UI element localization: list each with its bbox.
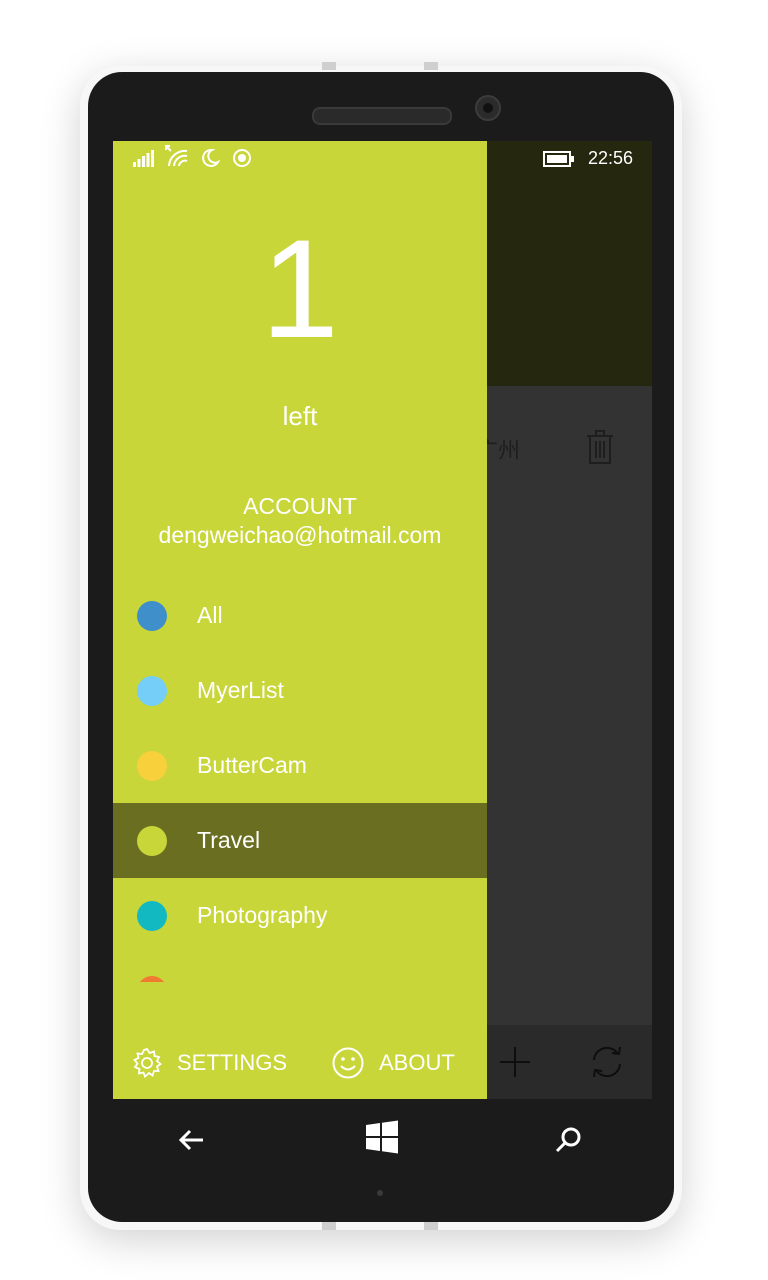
- category-item-buttercam[interactable]: ButterCam: [113, 728, 487, 803]
- wifi-icon: [165, 145, 188, 167]
- phone-top-button: [322, 62, 336, 70]
- gear-icon: [133, 1047, 162, 1079]
- back-icon[interactable]: [175, 1123, 209, 1157]
- phone-bottom-button: [424, 1222, 438, 1230]
- category-label: MyerList: [197, 677, 284, 703]
- category-color-dot: [137, 601, 167, 631]
- earpiece-speaker: [312, 107, 452, 125]
- settings-button[interactable]: SETTINGS: [131, 1045, 287, 1081]
- phone-screen: -广州 1 left ACCOUNT dengweichao@hotmail.c…: [113, 141, 652, 1099]
- add-icon[interactable]: [498, 1045, 532, 1079]
- about-label: ABOUT: [379, 1050, 455, 1075]
- navigation-drawer: 1 left ACCOUNT dengweichao@hotmail.com A…: [113, 141, 487, 1099]
- account-email[interactable]: dengweichao@hotmail.com: [113, 522, 487, 549]
- hardware-nav-bar: [113, 1099, 652, 1179]
- status-time: 22:56: [588, 148, 634, 168]
- account-title[interactable]: ACCOUNT: [113, 493, 487, 520]
- phone-bottom-button: [322, 1222, 336, 1230]
- search-icon[interactable]: [552, 1123, 586, 1157]
- drawer-bottom-bar: SETTINGS ABOUT: [113, 1025, 487, 1099]
- category-label: All: [197, 602, 223, 628]
- battery-icon: [543, 151, 574, 167]
- about-button[interactable]: ABOUT: [331, 1045, 455, 1081]
- settings-label: SETTINGS: [177, 1050, 288, 1075]
- category-label: Travel: [197, 827, 261, 853]
- front-camera: [475, 95, 501, 121]
- windows-start-icon[interactable]: [364, 1119, 400, 1155]
- category-item-myerlist[interactable]: MyerList: [113, 653, 487, 728]
- category-color-dot: [137, 826, 167, 856]
- category-list: All MyerList ButterCam Travel Photograph…: [113, 578, 487, 953]
- category-color-dot: [137, 751, 167, 781]
- category-color-dot: [137, 676, 167, 706]
- smiley-icon: [332, 1047, 364, 1079]
- location-icon: [233, 149, 251, 167]
- trash-icon[interactable]: [585, 429, 615, 465]
- phone-top-button: [424, 62, 438, 70]
- microphone: [377, 1190, 383, 1196]
- category-item-all[interactable]: All: [113, 578, 487, 653]
- status-bar: 22:56: [113, 141, 652, 175]
- sync-icon[interactable]: [588, 1043, 626, 1081]
- category-item-photography[interactable]: Photography: [113, 878, 487, 953]
- signal-icon: [133, 150, 154, 167]
- category-item-partial[interactable]: [137, 976, 167, 982]
- quiet-hours-icon: [202, 148, 220, 167]
- tasks-left-count: 1: [261, 210, 339, 367]
- category-item-travel[interactable]: Travel: [113, 803, 487, 878]
- category-color-dot: [137, 901, 167, 931]
- category-label: ButterCam: [197, 752, 307, 778]
- tasks-left-label: left: [282, 401, 318, 431]
- category-label: Photography: [197, 902, 328, 928]
